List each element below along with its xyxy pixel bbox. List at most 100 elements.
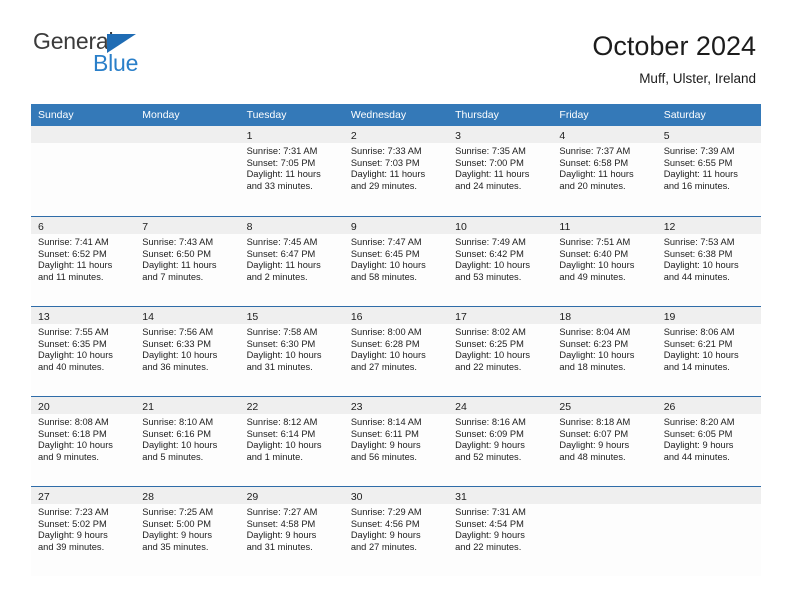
calendar-day-cell[interactable]: 26 Sunrise: 8:20 AM Sunset: 6:05 PM Dayligh… [656,397,761,486]
day-number: 26 [663,401,676,413]
daylight-text-line1: Daylight: 9 hours [38,530,108,541]
day-number: 21 [142,401,154,413]
weekday-header-thursday: Thursday [455,109,499,121]
sunset-text: Sunset: 6:16 PM [142,428,212,439]
daylight-text-line1: Daylight: 9 hours [246,530,317,541]
day-number-band: 26 [656,397,761,414]
calendar-day-cell[interactable]: 12 Sunrise: 7:53 AM Sunset: 6:38 PM Dayligh… [656,217,761,306]
daylight-text-line1: Daylight: 10 hours [246,440,322,451]
day-number: 2 [350,130,357,142]
day-number: 24 [455,401,467,413]
sunrise-text: Sunrise: 8:00 AM [350,327,422,337]
sunset-text: Sunset: 6:33 PM [142,338,212,349]
calendar-week-row: 6 Sunrise: 7:41 AM Sunset: 6:52 PM Daylight… [31,216,761,306]
day-number-band: 8 [239,217,344,234]
calendar-day-cell[interactable]: 8 Sunrise: 7:45 AM Sunset: 6:47 PM Daylight… [239,217,344,306]
daylight-text-line2: and 58 minutes. [350,271,417,282]
day-number: 19 [663,311,676,323]
daylight-text-line1: Daylight: 10 hours [663,350,739,361]
daylight-text-line2: and 14 minutes. [663,361,730,372]
sunrise-text: Sunrise: 8:10 AM [142,417,214,427]
logo-general-blue[interactable]: General Blue [33,30,183,88]
sunset-text: Sunset: 6:45 PM [350,248,420,259]
calendar-day-cell[interactable]: 20 Sunrise: 8:08 AM Sunset: 6:18 PM Dayligh… [31,397,136,486]
daylight-text-line1: Daylight: 11 hours [38,260,113,271]
calendar-day-cell[interactable]: 4 Sunrise: 7:37 AM Sunset: 6:58 PM Daylight… [552,126,657,216]
day-number-band: 23 [343,397,449,414]
calendar-day-cell[interactable]: 10 Sunrise: 7:49 AM Sunset: 6:42 PM Dayligh… [448,217,553,306]
calendar-day-cell-empty [656,487,761,576]
daylight-text-line2: and 11 minutes. [38,271,104,282]
calendar-day-cell[interactable]: 29 Sunrise: 7:27 AM Sunset: 4:58 PM Dayligh… [239,487,344,576]
sunrise-text: Sunrise: 7:47 AM [350,237,422,247]
daylight-text-line1: Daylight: 11 hours [455,169,530,180]
daylight-text-line2: and 24 minutes. [455,180,522,191]
calendar-day-cell[interactable]: 15 Sunrise: 7:58 AM Sunset: 6:30 PM Dayligh… [239,307,344,396]
calendar-day-cell[interactable]: 1 Sunrise: 7:31 AM Sunset: 7:05 PM Daylight… [239,126,344,216]
day-sun-info: Sunrise: 7:51 AM Sunset: 6:40 PM Daylight:… [552,234,656,283]
day-number-band: 5 [656,126,761,143]
calendar-day-cell[interactable]: 23 Sunrise: 8:14 AM Sunset: 6:11 PM Dayligh… [343,397,449,486]
calendar-day-cell[interactable]: 30 Sunrise: 7:29 AM Sunset: 4:56 PM Dayligh… [343,487,449,576]
day-number-band: 16 [343,307,449,324]
weekday-header-saturday: Saturday [663,109,706,121]
calendar-day-cell[interactable]: 5 Sunrise: 7:39 AM Sunset: 6:55 PM Daylight… [656,126,761,216]
calendar-day-cell[interactable]: 13 Sunrise: 7:55 AM Sunset: 6:35 PM Dayligh… [31,307,136,396]
calendar-day-cell[interactable]: 28 Sunrise: 7:25 AM Sunset: 5:00 PM Dayligh… [135,487,240,576]
calendar-day-cell[interactable]: 17 Sunrise: 8:02 AM Sunset: 6:25 PM Dayligh… [448,307,553,396]
calendar-day-cell[interactable]: 16 Sunrise: 8:00 AM Sunset: 6:28 PM Dayligh… [343,307,449,396]
calendar-day-cell[interactable]: 24 Sunrise: 8:16 AM Sunset: 6:09 PM Dayligh… [448,397,553,486]
daylight-text-line2: and 52 minutes. [455,451,522,462]
sunrise-text: Sunrise: 7:45 AM [246,237,318,247]
day-sun-info: Sunrise: 8:04 AM Sunset: 6:23 PM Daylight:… [552,324,656,373]
daylight-text-line1: Daylight: 9 hours [455,440,525,451]
day-sun-info: Sunrise: 7:43 AM Sunset: 6:50 PM Daylight:… [135,234,239,283]
daylight-text-line1: Daylight: 9 hours [350,440,421,451]
calendar-day-cell[interactable]: 19 Sunrise: 8:06 AM Sunset: 6:21 PM Dayligh… [656,307,761,396]
day-number: 27 [38,491,50,503]
weekday-header-friday: Friday [559,109,589,121]
day-number: 6 [38,221,44,233]
weekday-header-row: Sunday Monday Tuesday Wednesday Thursday… [31,104,761,126]
sunrise-text: Sunrise: 7:33 AM [350,146,422,156]
day-number: 1 [246,130,253,142]
sunrise-text: Sunrise: 8:16 AM [455,417,526,427]
day-number-band: 10 [448,217,553,234]
day-number: 12 [663,221,676,233]
day-number-band: 27 [31,487,136,504]
calendar-day-cell[interactable]: 2 Sunrise: 7:33 AM Sunset: 7:03 PM Daylight… [343,126,449,216]
daylight-text-line2: and 40 minutes. [38,361,105,372]
sunrise-text: Sunrise: 7:55 AM [38,327,109,337]
calendar-day-cell[interactable]: 11 Sunrise: 7:51 AM Sunset: 6:40 PM Dayligh… [552,217,657,306]
day-sun-info: Sunrise: 7:45 AM Sunset: 6:47 PM Daylight:… [240,234,344,283]
calendar-day-cell[interactable]: 21 Sunrise: 8:10 AM Sunset: 6:16 PM Dayligh… [135,397,240,486]
daylight-text-line1: Daylight: 10 hours [455,350,531,361]
calendar-week-row: 13 Sunrise: 7:55 AM Sunset: 6:35 PM Dayligh… [31,306,761,396]
calendar-day-cell[interactable]: 22 Sunrise: 8:12 AM Sunset: 6:14 PM Dayligh… [239,397,344,486]
calendar-day-cell[interactable]: 9 Sunrise: 7:47 AM Sunset: 6:45 PM Daylight… [343,217,449,306]
daylight-text-line1: Daylight: 11 hours [246,169,321,180]
calendar-day-cell[interactable]: 27 Sunrise: 7:23 AM Sunset: 5:02 PM Dayligh… [31,487,136,576]
day-sun-info: Sunrise: 7:25 AM Sunset: 5:00 PM Daylight:… [135,504,239,553]
sunset-text: Sunset: 6:38 PM [663,248,733,259]
calendar-page: General Blue October 2024 Muff, Ulster, … [0,0,792,612]
calendar-day-cell[interactable]: 3 Sunrise: 7:35 AM Sunset: 7:00 PM Daylight… [448,126,553,216]
calendar-day-cell[interactable]: 25 Sunrise: 8:18 AM Sunset: 6:07 PM Dayligh… [552,397,657,486]
calendar-day-cell[interactable]: 14 Sunrise: 7:56 AM Sunset: 6:33 PM Dayligh… [135,307,240,396]
sunset-text: Sunset: 6:14 PM [246,428,316,439]
daylight-text-line2: and 29 minutes. [350,180,417,191]
day-number: 16 [350,311,363,323]
sunrise-text: Sunrise: 7:35 AM [455,146,526,156]
calendar-day-cell[interactable]: 18 Sunrise: 8:04 AM Sunset: 6:23 PM Dayligh… [552,307,657,396]
daylight-text-line1: Daylight: 9 hours [142,530,213,541]
day-number-band: 1 [239,126,344,143]
calendar-day-cell[interactable]: 6 Sunrise: 7:41 AM Sunset: 6:52 PM Daylight… [31,217,136,306]
daylight-text-line1: Daylight: 9 hours [559,440,630,451]
calendar-day-cell[interactable]: 31 Sunrise: 7:31 AM Sunset: 4:54 PM Dayligh… [448,487,553,576]
day-sun-info: Sunrise: 7:55 AM Sunset: 6:35 PM Daylight:… [31,324,135,373]
sunrise-text: Sunrise: 8:08 AM [38,417,109,427]
calendar-day-cell[interactable]: 7 Sunrise: 7:43 AM Sunset: 6:50 PM Daylight… [135,217,240,306]
day-number-band: 14 [135,307,240,324]
day-sun-info: Sunrise: 8:18 AM Sunset: 6:07 PM Daylight:… [552,414,656,463]
day-number: 3 [455,130,461,142]
